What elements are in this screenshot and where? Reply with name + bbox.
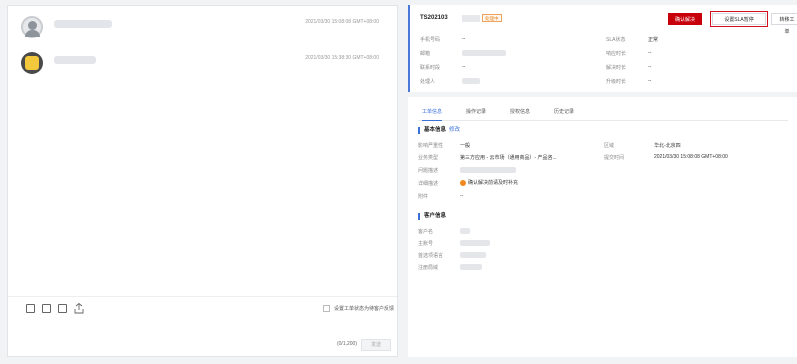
composer-toolbar: 设置工单状态为待客户反馈 (8, 296, 397, 320)
image-icon[interactable] (26, 304, 35, 313)
field-value: -- (462, 64, 466, 70)
warning-icon (460, 179, 466, 186)
field-label: 主账号 (418, 241, 434, 247)
sla-pause-button[interactable]: 设置SLA暂停 (710, 11, 768, 27)
redacted-value (460, 264, 482, 270)
field-value: -- (648, 78, 652, 84)
bot-avatar-icon (21, 52, 43, 74)
tab-authorization[interactable]: 授权信息 (510, 107, 530, 121)
submit-time-value: 2021/03/30 15:08:08 GMT+08:00 (654, 154, 728, 160)
redacted-value (462, 50, 506, 56)
field-label: 提交时间 (604, 155, 625, 161)
send-button[interactable]: 发送 (361, 339, 391, 351)
basic-info-title: 基本信息 修改 (418, 127, 460, 134)
redacted-name (54, 20, 112, 28)
redacted-value (460, 228, 470, 234)
business-type-value: 第三方应用 - 云市场（通用商品）- 产品咨... (460, 155, 557, 161)
pending-feedback-label: 设置工单状态为待客户反馈 (334, 306, 395, 312)
field-label: 手机号码 (420, 37, 441, 43)
ticket-header: TS202103 处理中 确认解决 设置SLA暂停 转移工单 手机号码 -- 邮… (408, 5, 797, 92)
tab-ticket-info[interactable]: 工单信息 (422, 107, 443, 121)
user-avatar-icon (21, 16, 43, 38)
field-label: 附件 (418, 194, 429, 200)
field-label: 响应时长 (606, 51, 627, 57)
field-label: 处理人 (420, 79, 436, 85)
status-badge: 处理中 (482, 14, 502, 22)
detail-hint: 确认解决前请及时补充 (468, 180, 519, 186)
confirm-resolved-button[interactable]: 确认解决 (668, 13, 703, 25)
message-time: 2021/03/30 15:08:08 GMT+08:00 (305, 19, 379, 25)
severity-value: 一般 (460, 143, 471, 149)
conversation-item[interactable]: 2021/03/30 15:08:08 GMT+08:00 (8, 10, 397, 38)
redacted-value (460, 167, 516, 173)
ticket-id: TS202103 (420, 15, 448, 21)
redacted-ticket-suffix (462, 15, 480, 22)
pending-feedback-checkbox[interactable] (323, 305, 330, 312)
tab-bar: 工单信息 操作记录 授权信息 历史记录 (418, 107, 788, 121)
tab-history[interactable]: 历史记录 (554, 107, 574, 121)
field-label: 联系时段 (420, 65, 441, 71)
region-value: 华北-北京四 (654, 143, 681, 149)
redacted-name (54, 56, 96, 64)
field-value: -- (462, 36, 466, 42)
redacted-value (462, 78, 480, 84)
redacted-value (460, 252, 486, 258)
field-label: 区域 (604, 143, 615, 149)
redacted-value (460, 240, 490, 246)
field-label: 详细描述 (418, 181, 439, 187)
char-counter: (0/1,200) (336, 341, 357, 347)
field-label: 客户名 (418, 229, 434, 235)
upload-icon[interactable] (74, 303, 84, 314)
attachment-value: -- (460, 193, 464, 199)
screenshot-icon[interactable] (42, 304, 51, 313)
field-label: 问题描述 (418, 168, 439, 174)
field-label: 解决时长 (606, 65, 627, 71)
field-label: 升级时长 (606, 79, 627, 85)
message-time: 2021/03/30 15:38:30 GMT+08:00 (305, 55, 379, 61)
sla-status-value: 正常 (648, 37, 659, 43)
field-value: -- (648, 50, 652, 56)
field-label: 邮箱 (420, 51, 431, 57)
field-label: SLA状态 (606, 37, 626, 43)
field-label: 业务类型 (418, 155, 439, 161)
field-label: 注册局域 (418, 265, 439, 271)
customer-info-title: 客户信息 (418, 213, 446, 220)
tab-operation-log[interactable]: 操作记录 (466, 107, 486, 121)
field-label: 首选项语言 (418, 253, 444, 259)
field-label: 影响严重性 (418, 143, 444, 149)
ticket-detail-panel: 工单信息 操作记录 授权信息 历史记录 基本信息 修改 影响严重性 一般 区域 华… (408, 97, 797, 357)
transfer-ticket-button[interactable]: 转移工单 (771, 13, 797, 35)
field-value: -- (648, 64, 652, 70)
edit-link[interactable]: 修改 (449, 127, 460, 133)
conversation-panel: 2021/03/30 15:08:08 GMT+08:00 2021/03/30… (7, 5, 398, 357)
conversation-item[interactable]: 2021/03/30 15:38:30 GMT+08:00 (8, 46, 397, 74)
file-icon[interactable] (58, 304, 67, 313)
